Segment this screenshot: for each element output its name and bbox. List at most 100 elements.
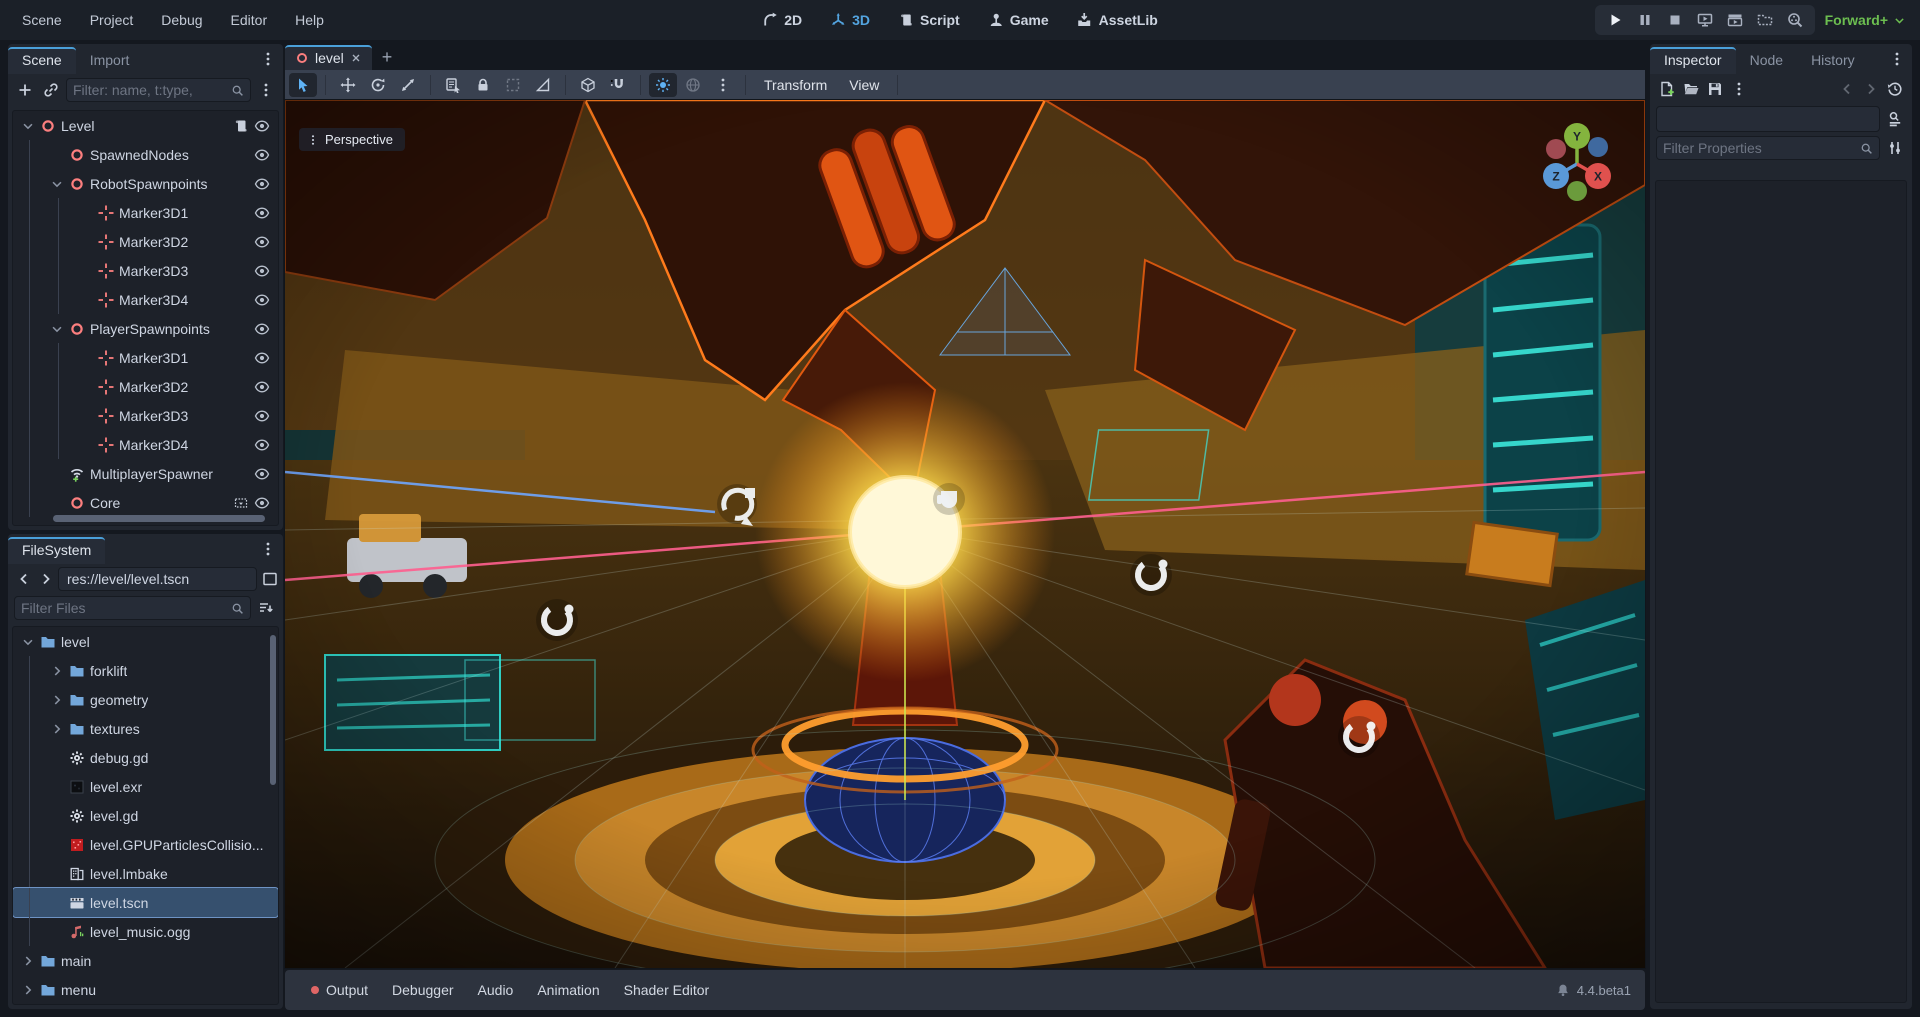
eye-icon[interactable] bbox=[254, 263, 270, 279]
file-item[interactable]: debug.gd bbox=[13, 743, 278, 772]
pause-button[interactable] bbox=[1631, 8, 1659, 32]
workspace-2d[interactable]: 2D bbox=[752, 7, 812, 33]
snap-mode-button[interactable] bbox=[574, 73, 602, 97]
file-item[interactable]: forklift bbox=[13, 656, 278, 685]
workspace-3d[interactable]: 3D bbox=[820, 7, 880, 33]
eye-icon[interactable] bbox=[254, 292, 270, 308]
file-item[interactable]: level.tscn bbox=[13, 888, 278, 917]
filesystem-vscrollbar[interactable] bbox=[270, 635, 276, 785]
tab-scene[interactable]: Scene bbox=[8, 47, 76, 74]
menubar-item-editor[interactable]: Editor bbox=[219, 7, 280, 33]
resource-path-field[interactable] bbox=[58, 567, 257, 591]
bottom-tab-audio[interactable]: Audio bbox=[466, 976, 526, 1004]
save-resource-button[interactable] bbox=[1704, 78, 1726, 100]
chevron-right-icon[interactable] bbox=[21, 954, 35, 968]
menubar-item-help[interactable]: Help bbox=[283, 7, 336, 33]
load-resource-button[interactable] bbox=[1680, 78, 1702, 100]
transform-menu[interactable]: Transform bbox=[754, 73, 837, 97]
play-custom-scene-button[interactable] bbox=[1751, 8, 1779, 32]
renderer-select[interactable]: Forward+ bbox=[1825, 12, 1906, 28]
eye-icon[interactable] bbox=[254, 118, 270, 134]
rotate-tool-button[interactable] bbox=[364, 73, 392, 97]
group-node-button[interactable] bbox=[499, 73, 527, 97]
property-filter-input[interactable] bbox=[1663, 140, 1860, 156]
eye-icon[interactable] bbox=[254, 234, 270, 250]
workspace-game[interactable]: Game bbox=[978, 7, 1059, 33]
chevron-right-icon[interactable] bbox=[50, 664, 64, 678]
tree-item[interactable]: PlayerSpawnpoints bbox=[13, 314, 278, 343]
close-icon[interactable] bbox=[350, 52, 362, 64]
menubar-item-project[interactable]: Project bbox=[78, 7, 146, 33]
tree-item[interactable]: MultiplayerSpawner bbox=[13, 459, 278, 488]
instance-icon[interactable] bbox=[233, 495, 249, 511]
eye-icon[interactable] bbox=[254, 321, 270, 337]
viewport-3d-scene[interactable] bbox=[285, 100, 1645, 968]
tree-item[interactable]: Marker3D3 bbox=[13, 401, 278, 430]
preview-environment-button[interactable] bbox=[679, 73, 707, 97]
tree-item[interactable]: Marker3D1 bbox=[13, 343, 278, 372]
eye-icon[interactable] bbox=[254, 495, 270, 511]
tree-item[interactable]: Marker3D4 bbox=[13, 430, 278, 459]
tree-item[interactable]: Marker3D3 bbox=[13, 256, 278, 285]
workspace-script[interactable]: Script bbox=[888, 7, 970, 33]
file-filter-input[interactable] bbox=[21, 600, 231, 616]
eye-icon[interactable] bbox=[254, 176, 270, 192]
movie-maker-button[interactable] bbox=[1781, 8, 1809, 32]
eye-icon[interactable] bbox=[254, 205, 270, 221]
perspective-button[interactable]: Perspective bbox=[299, 128, 405, 151]
scale-tool-button[interactable] bbox=[394, 73, 422, 97]
bottom-tab-shader-editor[interactable]: Shader Editor bbox=[612, 976, 722, 1004]
filesystem-dock-menu-button[interactable] bbox=[257, 538, 279, 560]
tree-item[interactable]: Core bbox=[13, 488, 278, 517]
tab-import[interactable]: Import bbox=[76, 47, 144, 74]
use-snap-button[interactable] bbox=[604, 73, 632, 97]
tab-filesystem[interactable]: FileSystem bbox=[8, 537, 105, 564]
file-item[interactable]: level_music.ogg bbox=[13, 917, 278, 946]
remote-debug-button[interactable] bbox=[1691, 8, 1719, 32]
tree-item[interactable]: Level bbox=[13, 111, 278, 140]
menubar-item-debug[interactable]: Debug bbox=[149, 7, 214, 33]
tree-item[interactable]: RobotSpawnpoints bbox=[13, 169, 278, 198]
scene-tab-level[interactable]: level bbox=[285, 45, 372, 70]
file-item[interactable]: menu bbox=[13, 975, 278, 1004]
nav-back-button[interactable] bbox=[14, 568, 34, 590]
history-back-button[interactable] bbox=[1836, 78, 1858, 100]
viewport-3d[interactable]: Perspective Y Z X bbox=[285, 100, 1645, 968]
bottom-tab-output[interactable]: Output bbox=[299, 976, 380, 1004]
resource-extra-menu-button[interactable] bbox=[1728, 78, 1750, 100]
eye-icon[interactable] bbox=[254, 350, 270, 366]
eye-icon[interactable] bbox=[254, 437, 270, 453]
file-item[interactable]: main bbox=[13, 946, 278, 975]
inspector-tools-button[interactable] bbox=[1884, 137, 1906, 159]
list-select-button[interactable] bbox=[439, 73, 467, 97]
file-item[interactable]: level.exr bbox=[13, 772, 278, 801]
tab-history[interactable]: History bbox=[1797, 47, 1869, 74]
scene-filter-input[interactable] bbox=[73, 82, 231, 98]
eye-icon[interactable] bbox=[254, 466, 270, 482]
file-item[interactable]: level.GPUParticlesCollisio... bbox=[13, 830, 278, 859]
chevron-right-icon[interactable] bbox=[21, 983, 35, 997]
toggle-split-mode-button[interactable] bbox=[259, 568, 281, 590]
tree-item[interactable]: Marker3D2 bbox=[13, 227, 278, 256]
bottom-tab-debugger[interactable]: Debugger bbox=[380, 976, 466, 1004]
chevron-right-icon[interactable] bbox=[50, 693, 64, 707]
file-item[interactable]: level.gd bbox=[13, 801, 278, 830]
new-resource-button[interactable] bbox=[1656, 78, 1678, 100]
eye-icon[interactable] bbox=[254, 408, 270, 424]
file-item[interactable]: level bbox=[13, 627, 278, 656]
select-tool-button[interactable] bbox=[289, 73, 317, 97]
file-item[interactable]: geometry bbox=[13, 685, 278, 714]
scene-dock-menu-button[interactable] bbox=[257, 48, 279, 70]
menubar-item-scene[interactable]: Scene bbox=[10, 7, 74, 33]
eye-icon[interactable] bbox=[254, 379, 270, 395]
sun-environment-menu-button[interactable] bbox=[709, 73, 737, 97]
chevron-down-icon[interactable] bbox=[50, 177, 64, 191]
play-scene-button[interactable] bbox=[1721, 8, 1749, 32]
stop-button[interactable] bbox=[1661, 8, 1689, 32]
tree-item[interactable]: Marker3D2 bbox=[13, 372, 278, 401]
play-button[interactable] bbox=[1601, 8, 1629, 32]
eye-icon[interactable] bbox=[254, 147, 270, 163]
history-forward-button[interactable] bbox=[1860, 78, 1882, 100]
view-menu[interactable]: View bbox=[839, 73, 889, 97]
scene-filter-menu-button[interactable] bbox=[255, 79, 277, 101]
